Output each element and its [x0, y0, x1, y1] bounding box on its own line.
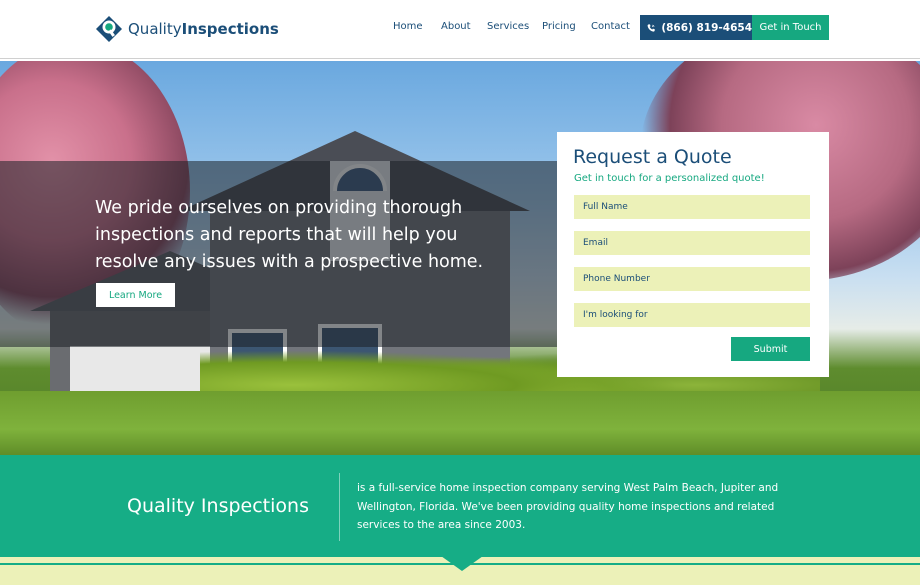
logo-text: QualityInspections	[128, 20, 279, 38]
nav-home[interactable]: Home	[393, 21, 423, 37]
phone-number-field[interactable]	[574, 267, 810, 291]
quote-form: Request a Quote Get in touch for a perso…	[557, 132, 829, 377]
nav-contact[interactable]: Contact	[591, 21, 630, 37]
phone-number: (866) 819-4654	[661, 21, 752, 34]
full-name-field[interactable]	[574, 195, 810, 219]
nav-services[interactable]: Services	[487, 21, 529, 37]
quote-title: Request a Quote	[573, 146, 732, 168]
submit-button[interactable]: Submit	[731, 337, 810, 361]
nav-about[interactable]: About	[441, 21, 471, 37]
logo-mark-icon	[96, 16, 122, 42]
phone-button[interactable]: (866) 819-4654	[640, 15, 752, 40]
info-band: Quality Inspections is a full-service ho…	[0, 455, 920, 557]
learn-more-button[interactable]: Learn More	[96, 283, 175, 307]
info-band-title: Quality Inspections	[127, 495, 309, 517]
looking-for-field[interactable]	[574, 303, 810, 327]
hero-section: We pride ourselves on providing thorough…	[0, 61, 920, 455]
get-in-touch-button[interactable]: Get in Touch	[752, 15, 829, 40]
nav-pricing[interactable]: Pricing	[542, 21, 576, 37]
phone-icon	[647, 23, 655, 32]
hero-headline: We pride ourselves on providing thorough…	[95, 198, 484, 272]
email-field[interactable]	[574, 231, 810, 255]
down-arrow-notch	[441, 556, 483, 571]
site-header: QualityInspections Home About Services P…	[0, 0, 920, 60]
logo[interactable]: QualityInspections	[95, 15, 279, 43]
header-divider	[0, 58, 920, 59]
hero-photo-lawn	[0, 391, 920, 455]
quote-subtitle: Get in touch for a personalized quote!	[574, 173, 765, 184]
info-band-divider	[339, 473, 340, 541]
info-band-description: is a full-service home inspection compan…	[357, 482, 779, 531]
